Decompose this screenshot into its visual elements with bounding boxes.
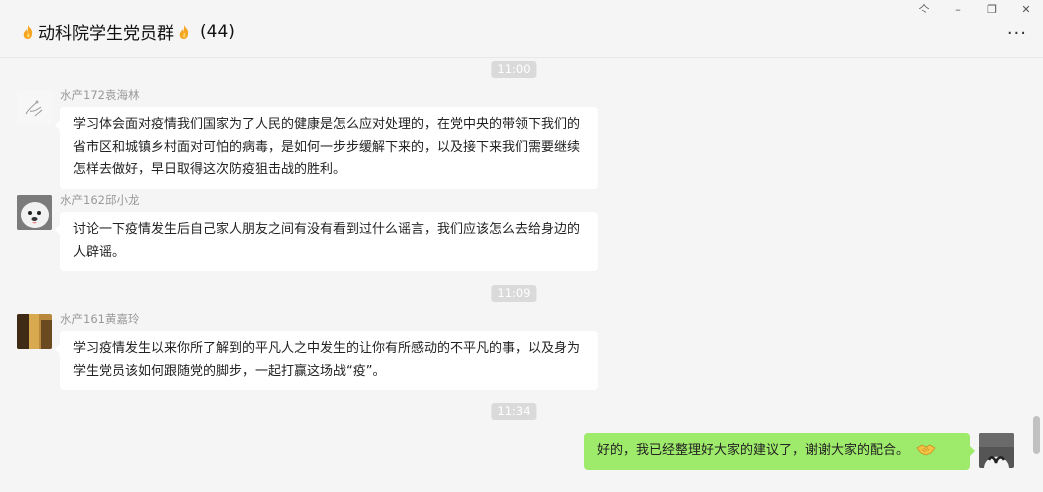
dog-avatar-icon (17, 195, 52, 230)
sender-name: 水产161黄嘉玲 (60, 312, 140, 326)
message-bubble[interactable]: 学习疫情发生以来你所了解到的平凡人之中发生的让你有所感动的不平凡的事，以及身为学… (55, 331, 598, 390)
message-text: 好的，我已经整理好大家的建议了，谢谢大家的配合。 (597, 443, 910, 458)
maximize-icon[interactable]: ❐ (975, 0, 1009, 18)
more-menu-icon[interactable]: ··· (1007, 25, 1027, 43)
window-controls: 亽 – ❐ ✕ (907, 0, 1043, 18)
scrollbar-thumb[interactable] (1033, 416, 1040, 454)
sketch-avatar-icon (25, 100, 43, 117)
chat-header: 动科院学生党员群 (44) 亽 – ❐ ✕ ··· (0, 0, 1043, 58)
message-bubble[interactable]: 学习体会面对疫情我们国家为了人民的健康是怎么应对处理的，在党中央的带领下我们的省… (55, 107, 598, 189)
my-message-bubble[interactable]: 好的，我已经整理好大家的建议了，谢谢大家的配合。 (584, 433, 975, 470)
handshake-icon (916, 444, 936, 456)
message-bubble[interactable]: 讨论一下疫情发生后自己家人朋友之间有没有看到过什么谣言，我们应该怎么去给身边的人… (55, 212, 598, 271)
photo-avatar-icon (17, 314, 52, 349)
minimize-icon[interactable]: – (941, 0, 975, 18)
avatar[interactable] (17, 314, 52, 349)
member-count: (44) (200, 21, 235, 42)
chat-title[interactable]: 动科院学生党员群 (44) (18, 19, 235, 44)
timestamp: 11:09 (491, 285, 537, 302)
my-avatar[interactable] (979, 433, 1014, 468)
avatar[interactable] (17, 195, 52, 230)
fire-icon (179, 24, 189, 39)
sender-name: 水产172袁海林 (60, 88, 140, 102)
fire-icon (23, 24, 33, 39)
user-avatar-icon (979, 433, 1014, 468)
timestamp: 11:00 (491, 61, 537, 78)
close-icon[interactable]: ✕ (1009, 0, 1043, 18)
pin-icon[interactable]: 亽 (907, 0, 941, 18)
sender-name: 水产162邱小龙 (60, 193, 140, 207)
timestamp: 11:34 (491, 403, 537, 420)
avatar[interactable] (17, 90, 52, 125)
group-name: 动科院学生党员群 (38, 24, 174, 44)
